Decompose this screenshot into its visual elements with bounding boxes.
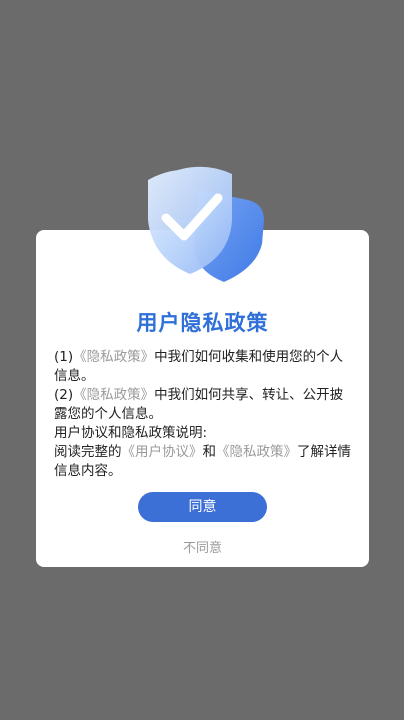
dialog-title: 用户隐私政策 [136,311,269,335]
privacy-policy-link[interactable]: 《隐私政策》 [73,387,154,403]
privacy-policy-link[interactable]: 《隐私政策》 [216,444,297,460]
disagree-button[interactable]: 不同意 [36,537,369,556]
policy-item-2: (2)《隐私政策》中我们如何共享、转让、公开披露您的个人信息。 [54,386,352,424]
policy-explanation-heading: 用户协议和隐私政策说明: [54,425,208,441]
agree-button[interactable]: 同意 [138,492,267,522]
privacy-policy-link[interactable]: 《隐私政策》 [73,349,154,365]
read-and: 和 [202,444,217,460]
shield-check-icon [128,158,278,290]
item-number: (1) [54,349,74,365]
policy-read-full: 阅读完整的《用户协议》和《隐私政策》了解详情信息内容。 [54,443,352,481]
policy-item-1: (1)《隐私政策》中我们如何收集和使用您的个人信息。 [54,348,352,386]
user-agreement-link[interactable]: 《用户协议》 [122,444,203,460]
dialog-body: (1)《隐私政策》中我们如何收集和使用您的个人信息。 (2)《隐私政策》中我们如… [54,348,352,481]
item-number: (2) [54,387,74,403]
read-prefix: 阅读完整的 [54,444,122,460]
